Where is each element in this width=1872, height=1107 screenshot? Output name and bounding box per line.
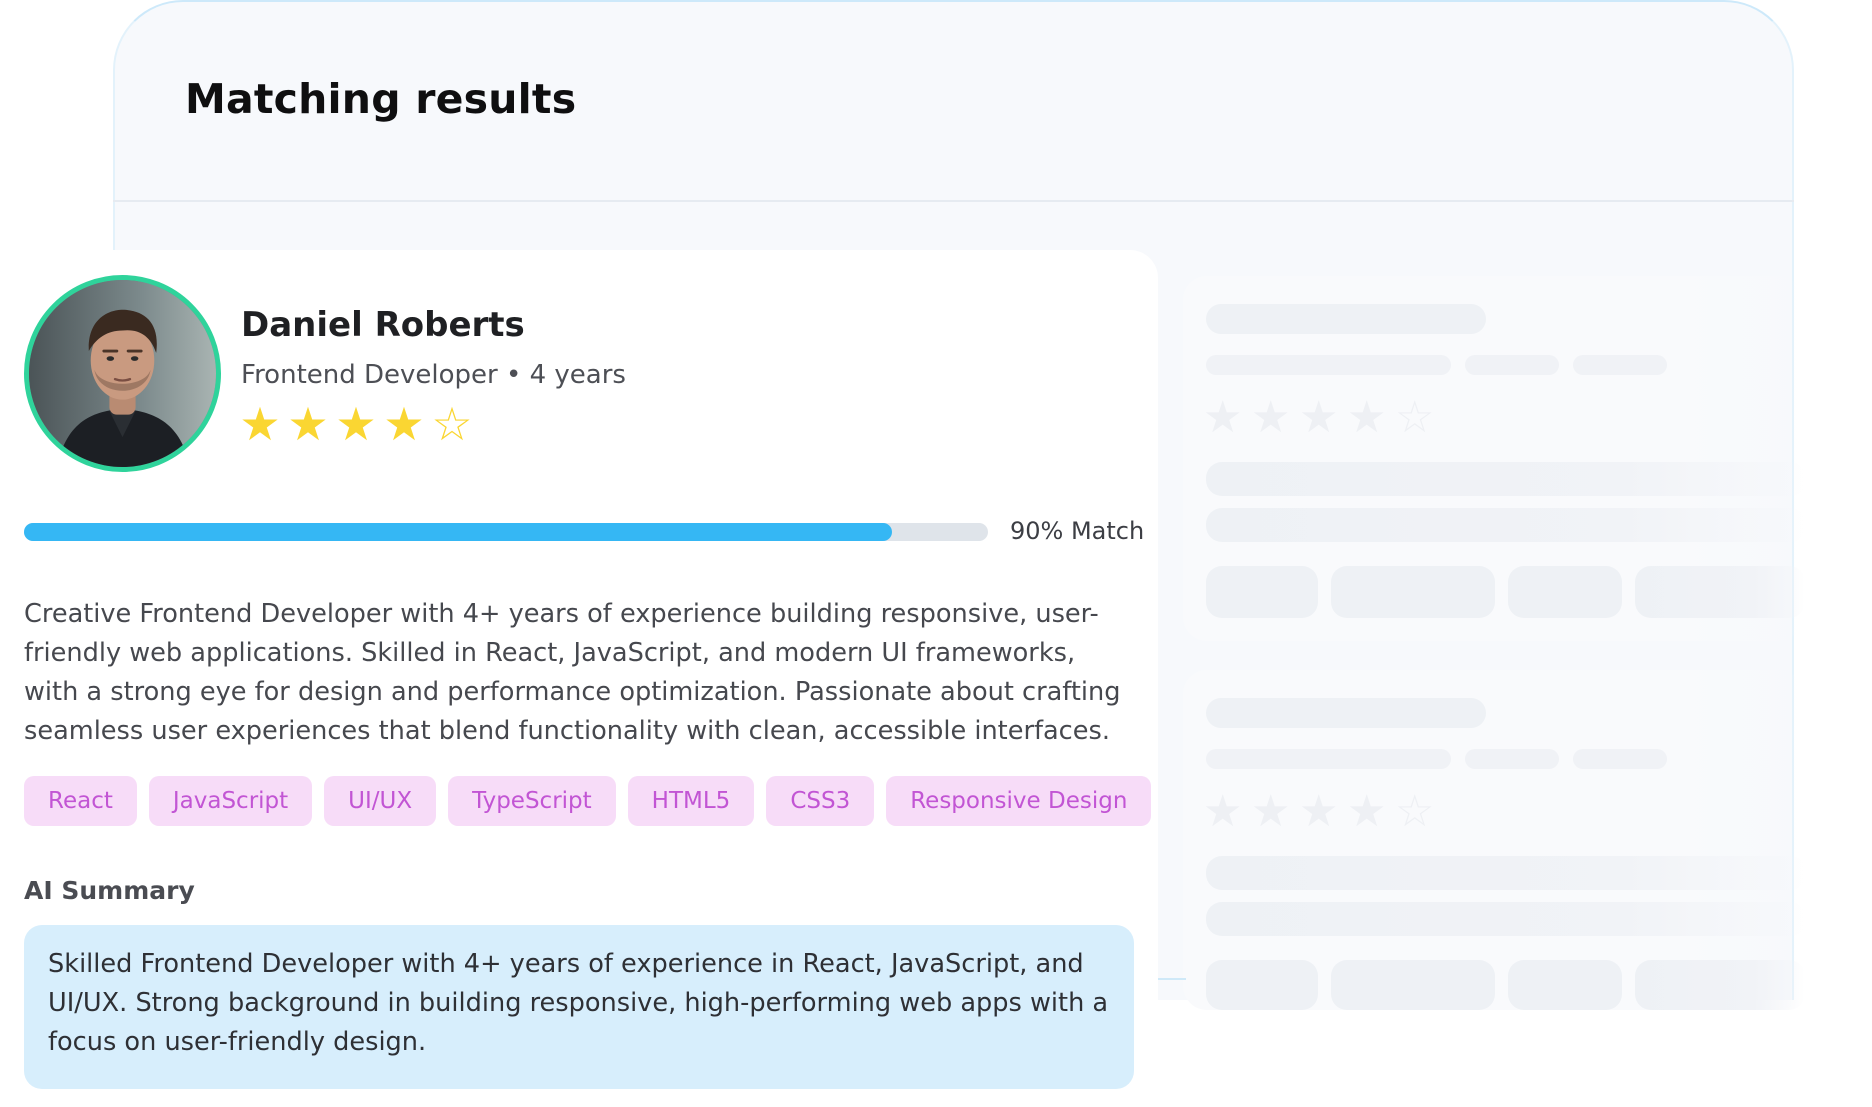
star-filled-icon: ★ [287, 397, 329, 451]
skeleton-card: ★ ★ ★ ★ ☆ [1183, 670, 1806, 1010]
page-title: Matching results [185, 75, 577, 123]
skeleton-line [1465, 355, 1559, 375]
star-filled-icon: ★ [1347, 786, 1387, 837]
separator-dot: • [506, 360, 522, 390]
skeleton-chip [1635, 960, 1805, 1010]
skeleton-chip [1206, 566, 1318, 618]
match-progress-fill [24, 523, 892, 541]
star-filled-icon: ★ [1347, 392, 1387, 443]
star-filled-icon: ★ [239, 397, 281, 451]
skeleton-card: ★ ★ ★ ★ ☆ [1183, 276, 1806, 641]
matching-results-screen: Matching results ★ ★ ★ ★ ☆ ★ ★ ★ ★ ☆ Dan… [0, 0, 1872, 1107]
skeleton-chip [1331, 566, 1495, 618]
avatar-photo [29, 280, 216, 467]
skeleton-line [1573, 355, 1667, 375]
star-filled-icon: ★ [383, 397, 425, 451]
star-outline-icon: ☆ [1395, 786, 1435, 837]
skill-tags: React JavaScript UI/UX TypeScript HTML5 CSS3 R… [24, 776, 1152, 826]
candidate-role-line: Frontend Developer • 4 years [241, 360, 626, 390]
skill-tag[interactable]: CSS3 [766, 776, 875, 826]
header-divider [113, 200, 1794, 202]
skeleton-line [1206, 462, 1806, 496]
skill-tag[interactable]: UI/UX [324, 776, 437, 826]
skeleton-chip [1508, 960, 1622, 1010]
skeleton-line [1206, 856, 1806, 890]
star-filled-icon: ★ [1299, 786, 1339, 837]
skill-tag[interactable]: Responsive Design [886, 776, 1152, 826]
connector-line [1158, 978, 1186, 980]
avatar[interactable] [24, 275, 221, 472]
candidate-name[interactable]: Daniel Roberts [241, 305, 525, 345]
skeleton-line [1465, 749, 1559, 769]
skill-tag[interactable]: React [24, 776, 137, 826]
ai-summary-title: AI Summary [24, 876, 195, 905]
skeleton-line [1206, 698, 1486, 728]
star-outline-icon: ☆ [1395, 392, 1435, 443]
skeleton-line [1573, 749, 1667, 769]
skeleton-line [1206, 355, 1451, 375]
star-filled-icon: ★ [335, 397, 377, 451]
skill-tag[interactable]: JavaScript [148, 776, 313, 826]
candidate-role: Frontend Developer [241, 360, 498, 390]
skeleton-line [1206, 508, 1806, 542]
star-filled-icon: ★ [1203, 392, 1243, 443]
star-outline-icon: ☆ [431, 397, 473, 451]
skeleton-chip [1206, 960, 1318, 1010]
star-filled-icon: ★ [1299, 392, 1339, 443]
star-filled-icon: ★ [1251, 392, 1291, 443]
skeleton-line [1206, 749, 1451, 769]
match-progress-bar [24, 523, 988, 541]
candidate-description: Creative Frontend Developer with 4+ year… [24, 599, 1121, 746]
star-filled-icon: ★ [1203, 786, 1243, 837]
match-percentage: 90% Match [1010, 517, 1145, 545]
ai-summary-box: Skilled Frontend Developer with 4+ years… [24, 925, 1134, 1089]
candidate-experience: 4 years [529, 360, 626, 390]
skeleton-chip [1635, 566, 1805, 618]
ai-summary-text: Skilled Frontend Developer with 4+ years… [48, 949, 1109, 1057]
skeleton-chip [1331, 960, 1495, 1010]
skeleton-chip [1508, 566, 1622, 618]
star-filled-icon: ★ [1251, 786, 1291, 837]
skill-tag[interactable]: TypeScript [448, 776, 616, 826]
rating-stars: ★ ★ ★ ★ ☆ [238, 400, 474, 448]
skeleton-line [1206, 304, 1486, 334]
skeleton-line [1206, 902, 1806, 936]
skill-tag[interactable]: HTML5 [627, 776, 755, 826]
